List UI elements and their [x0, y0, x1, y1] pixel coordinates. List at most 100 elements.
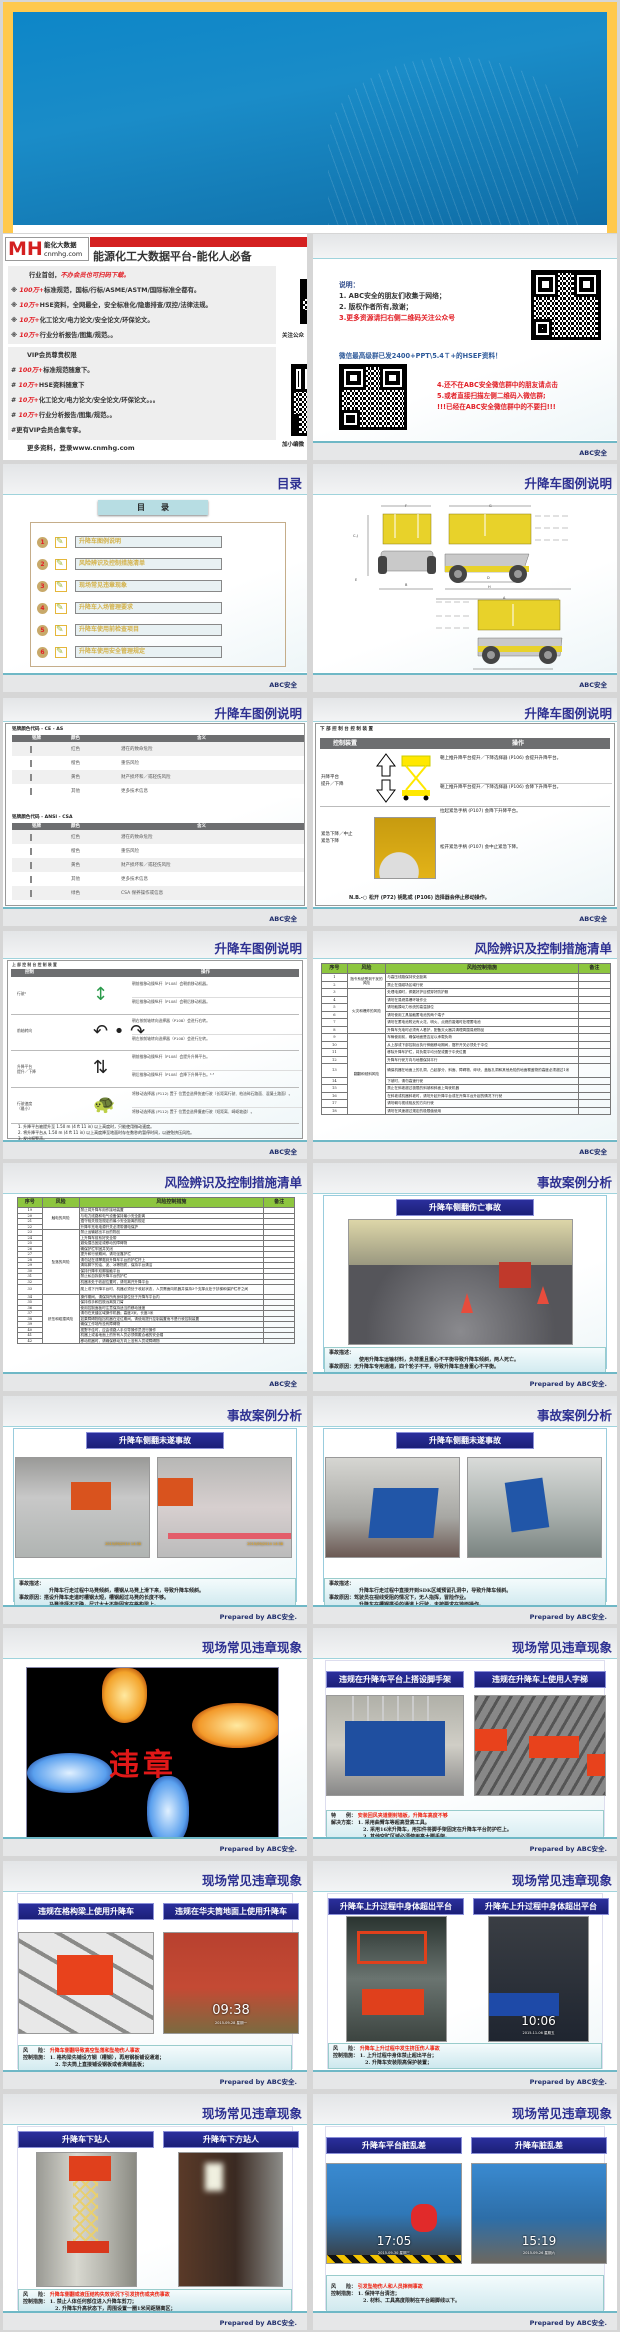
footer-label: ABC安全 [579, 449, 607, 457]
slide-title: 事故案例分析 [536, 1408, 612, 1423]
promo-text: HSE资料，全网最全，安全标准化/隐患排查/双控/法律法规。 [39, 302, 212, 309]
row-number: 14 [321, 1076, 348, 1085]
swatch-cell [12, 787, 67, 795]
qr-code-follow [531, 270, 601, 340]
promo-text: 行业分析报告/图集/规范。。 [38, 412, 116, 419]
row-number: 13 [321, 1063, 348, 1078]
row-number: 17 [321, 1099, 348, 1108]
promo-text: 行业分析报告/图集/规范。。 [39, 332, 117, 339]
photo-banner: 违规在升降车上使用人字梯 [474, 1671, 606, 1688]
legend-row: 橙色 重伤风险 [12, 756, 304, 770]
note-line-1: 1. ABC安全的朋友们收集于网络； [339, 292, 446, 300]
photo-date: 2015-09-28 星期一 [215, 2021, 247, 2025]
promo-text: 标准规范，国标/行标/ASME/ASTM/国际标准全都有。 [44, 287, 201, 294]
promo-line: ※ 10万+化工论文/电力论文/安全论文/环保论文。 [11, 313, 273, 328]
toc-label: 升降车使用前检查项目 [75, 624, 222, 636]
promo-line: ※ 100万+标准规范，国标/行标/ASME/ASTM/国际标准全都有。 [11, 283, 273, 298]
slide-title: 现场常见违章现象 [511, 2106, 612, 2121]
photo-banner: 升降车下站人 [18, 2131, 154, 2148]
row-number: 42 [17, 1337, 43, 1345]
remark [577, 1106, 612, 1115]
swatch-cell [12, 759, 67, 767]
risk-header-cell: 序号 [321, 963, 348, 974]
legend-meaning: CSA 保养操作或信息 [121, 891, 164, 896]
risk-header-cell: 备注 [263, 1197, 295, 1208]
label: 控制措施： [331, 2291, 357, 2297]
accident-case-3-slide: 事故案例分析 升降车侧翻未遂事故 事故描述： 升降车行走过程中直接开到SDK区域… [313, 1396, 617, 1624]
control-measure: 确保机器在地面上的孔洞、凸起部分、斜面、障碍物、碎块、盖板孔洞和其他危险的地面覆… [385, 1063, 579, 1078]
caption-label: 事故描述： [19, 1581, 45, 1587]
header-operation: 操作 [512, 740, 525, 747]
control-measure: 移除升降车护栏，将负载平均分配或置于中央位置 [385, 1048, 579, 1057]
toc-item[interactable]: 3 ✎ 现场常见违章现象 [37, 575, 285, 597]
box2-lines: # 100万+标准规范随意下。 # 10万+HSE资料随意下 # 10万+化工论文/… [11, 363, 273, 423]
logo-mark: MH [8, 238, 43, 260]
row-number: 6 [321, 1010, 348, 1019]
promo-count: 10万+ [18, 412, 39, 419]
photo-timestamp: 2015/09/2014 14:36 [105, 1542, 141, 1546]
legend-header: 铭牌 颜色 含义 [12, 735, 304, 742]
toc-number-badge: 5 [37, 624, 48, 636]
row-number: 9 [321, 1033, 348, 1042]
slide-title: 升降车图例说明 [214, 706, 302, 721]
legend-meaning: 财产损坏和／或轻伤风险 [121, 863, 171, 868]
pencil-note-icon: ✎ [55, 536, 67, 548]
legend-slide: 升降车图例说明 铭牌颜色代码 - CE - AS 铭牌 颜色 含义 红色 潜在的致命危险… [3, 698, 307, 926]
remark [577, 1055, 612, 1064]
note-slide: 说明： 1. ABC安全的朋友们收集于网络； 2. 版权作者所有,致谢； 3.更… [313, 234, 617, 460]
swatch-cell [12, 861, 67, 869]
operation-text: 朝左按前轴转向选择器（P108）会进行左转。 [132, 1033, 302, 1042]
note-line-2: 2. 版权作者所有,致谢； [339, 303, 413, 311]
toc-item[interactable]: 2 ✎ 风险辨识及控制措施清单 [37, 553, 285, 575]
risk-list-slide-1: 风险辨识及控制措施清单 序号 风险 风险控制措施 备注 1 指令系统受到干扰的风险 与高压线… [313, 931, 617, 1159]
promo-line: # 10万+HSE资料随意下 [11, 378, 273, 393]
toc-item[interactable]: 4 ✎ 升降车入场管理要求 [37, 597, 285, 619]
free-download-box: 行业首创，不办会员也可扫码下载。 ※ 100万+标准规范，国标/行标/ASME/… [8, 266, 276, 344]
control-row: 升降平台 提升／下降 ⇅ 朝前推移动操纵杆（P108）会提升升降平台。 朝后推移动操纵… [11, 1051, 302, 1088]
legend-color: 绿色 [71, 891, 80, 896]
note-line-3: 3.更多资源请扫右侧二维码关注公众号 [339, 314, 456, 322]
dimension-label: A [503, 596, 506, 600]
photo-date: 2015-09-30 星期三 [378, 2251, 410, 2255]
slide-title: 事故案例分析 [226, 1408, 302, 1423]
diagram-slide: 升降车图例说明 F G C-J E B D H A ABC安全 [313, 464, 617, 692]
violation-image: 违章 [26, 1667, 279, 1844]
control-measure: 下坡时，请勿高速行驶 [385, 1076, 579, 1085]
legend-meaning: 财产损坏和／或轻伤风险 [121, 775, 171, 780]
control-measure: 请勿在蓄电池附近有火花、明火、点燃的香烟时处理蓄电池 [385, 1018, 579, 1027]
qr-code-2 [291, 364, 307, 436]
control-measure: 移动机器时，请确保移动方向上没有人员或障碍物 [78, 1337, 265, 1345]
slide-title: 升降车图例说明 [524, 476, 612, 491]
caption-cause: 事故原因：驾驶员在视线受阻的情况下，无人指挥，冒险作业。 [329, 1595, 470, 1601]
header-operation: 操作 [201, 970, 210, 975]
photo-banner: 违规在格构梁上使用升降车 [18, 1903, 154, 1920]
legend-header-cell: 铭牌 [32, 824, 41, 829]
footer-label: Prepared by ABC安全. [529, 2319, 607, 2327]
row-number: 16 [321, 1091, 348, 1100]
photo-banner: 违规在升降车平台上搭设脚手架 [326, 1671, 464, 1688]
case-banner: 升降车侧翻伤亡事故 [396, 1199, 534, 1216]
slide-title: 升降车图例说明 [524, 706, 612, 721]
remark [577, 1033, 612, 1042]
remark [577, 1063, 612, 1078]
control-name: 前轴转向 [17, 1027, 33, 1033]
risk-table: 序号 风险 风险控制措施 备注 1 指令系统受到干扰的风险 与高压线路保持安全距离 2 禁止在强… [321, 963, 612, 1115]
photo-time: 10:06 [521, 2014, 556, 2028]
pencil-note-icon: ✎ [55, 624, 67, 636]
case-text: 安装回风夹道侧封墙板，升降车高度不够 [357, 1813, 448, 1819]
row-number: 8 [321, 1025, 348, 1034]
risk-text: 引发坠物伤人和人员摔倒事故 [357, 2284, 423, 2290]
solution-1: 1. 采用曲臂车等超高登高工具。 [357, 1820, 430, 1826]
legend-row: 橙色 重伤风险 [12, 844, 304, 858]
control-name: 紧急下降／中止 紧急下降 [321, 832, 353, 844]
risk-category: 指令系统受到干扰的风险 [346, 973, 387, 989]
promo-text: 化工论文/电力论文/安全论文/环保论文。 [39, 317, 154, 324]
toc-item[interactable]: 1 ✎ 升降车图例说明 [37, 531, 285, 553]
toc-item[interactable]: 5 ✎ 升降车使用前检查项目 [37, 619, 285, 641]
note-heading: 说明： [339, 281, 360, 289]
toc-item[interactable]: 6 ✎ 升降车使用安全管理规定 [37, 641, 285, 663]
lower-control-slide: 升降车图例说明 下 部 控 制 台 控 制 装 置 控制装置 操作 升降平台 提… [313, 698, 617, 926]
label-swatch [30, 745, 32, 753]
more-link[interactable]: 更多资料，登录www.cnmhg.com [27, 442, 135, 452]
legend-row: 绿色 CSA 保养操作或信息 [12, 886, 304, 900]
